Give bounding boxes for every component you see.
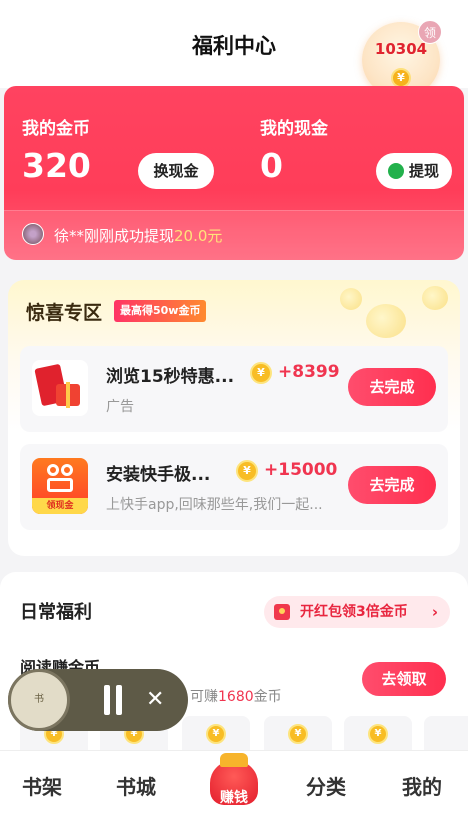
task-title: 安装快手极... <box>106 465 211 485</box>
my-cash-value: 0 <box>260 146 283 185</box>
wallet-card: 我的金币 320 换现金 我的现金 0 提现 徐**刚刚成功提现20.0元 <box>4 86 464 260</box>
red-envelope-icon <box>274 604 290 620</box>
kuaishou-icon: 领现金 <box>32 458 88 514</box>
task-reward: +15000 <box>264 460 338 480</box>
coin-icon: ¥ <box>368 724 388 744</box>
tab-bookshelf[interactable]: 书架 <box>22 771 62 800</box>
coin-icon: ¥ <box>391 68 411 88</box>
open-red-envelope-button[interactable]: 开红包领3倍金币 › <box>264 596 450 628</box>
audio-player[interactable]: 书 ✕ <box>8 669 188 731</box>
pill-label: 开红包领3倍金币 <box>300 604 408 620</box>
read-earn-subtitle: 可赚1680金币 <box>190 686 282 706</box>
money-bag-top <box>220 753 248 767</box>
task-subtitle: 广告 <box>106 399 134 415</box>
red-envelope-gift-icon <box>32 360 88 416</box>
tab-category[interactable]: 分类 <box>306 771 346 800</box>
tab-earn[interactable]: 赚钱 <box>206 753 262 813</box>
decor-coin-icon <box>340 288 362 310</box>
decor-coin-icon <box>366 304 406 338</box>
my-cash-label: 我的现金 <box>260 119 328 139</box>
my-coins-value: 320 <box>22 146 91 185</box>
daily-title: 日常福利 <box>20 602 92 623</box>
withdraw-label: 提现 <box>408 162 439 180</box>
coin-icon: ¥ <box>250 362 272 384</box>
task-row[interactable]: 浏览15秒特惠... ¥ +8399 广告 去完成 <box>20 346 448 432</box>
ticker-message: 徐**刚刚成功提现 <box>54 227 175 245</box>
header: 福利中心 10304 ¥ 领 <box>0 0 468 98</box>
decor-coin-icon <box>422 286 448 310</box>
coin-icon: ¥ <box>288 724 308 744</box>
withdraw-ticker: 徐**刚刚成功提现20.0元 <box>4 210 464 260</box>
task-row[interactable]: 领现金 安装快手极... ¥ +15000 上快手app,回味那些年,我们一起.… <box>20 444 448 530</box>
read-sub-amount: 1680 <box>218 689 254 705</box>
pause-icon[interactable] <box>102 685 126 715</box>
coin-icon: ¥ <box>236 460 258 482</box>
exchange-cash-button[interactable]: 换现金 <box>138 153 214 189</box>
tab-mine[interactable]: 我的 <box>402 771 442 800</box>
complete-task-button[interactable]: 去完成 <box>348 368 436 406</box>
task-title: 浏览15秒特惠... <box>106 367 235 387</box>
read-sub-suffix: 金币 <box>253 689 282 705</box>
surprise-zone: 惊喜专区 最高得50w金币 浏览15秒特惠... ¥ +8399 广告 去完成 … <box>8 280 460 556</box>
surprise-title: 惊喜专区 <box>26 302 103 324</box>
task-subtitle: 上快手app,回味那些年,我们一起... <box>106 497 323 513</box>
withdraw-button[interactable]: 提现 <box>376 153 452 189</box>
task-reward: +8399 <box>278 362 340 382</box>
close-icon[interactable]: ✕ <box>146 685 164 715</box>
claim-button[interactable]: 去领取 <box>362 662 446 696</box>
bottom-tab-bar: 书架 书城 赚钱 分类 我的 <box>0 750 468 818</box>
my-coins-label: 我的金币 <box>22 119 90 139</box>
ticker-amount: 20.0元 <box>174 227 223 245</box>
read-sub-prefix: 可赚 <box>190 689 218 705</box>
coin-icon: ¥ <box>206 724 226 744</box>
tab-earn-label: 赚钱 <box>220 790 248 806</box>
tab-bookstore[interactable]: 书城 <box>116 771 156 800</box>
surprise-tag: 最高得50w金币 <box>114 300 207 322</box>
wechat-icon <box>388 163 404 179</box>
avatar <box>22 223 44 245</box>
daily-benefits: 日常福利 开红包领3倍金币 › 阅读赚金币 可赚1680金币 去领取 ¥ ¥ ¥… <box>0 572 468 762</box>
complete-task-button[interactable]: 去完成 <box>348 466 436 504</box>
claim-badge[interactable]: 领 <box>418 20 442 44</box>
chevron-right-icon: › <box>431 603 438 621</box>
kuaishou-caption: 领现金 <box>32 498 88 514</box>
book-cover-thumbnail[interactable]: 书 <box>8 669 70 731</box>
ticker-text: 徐**刚刚成功提现20.0元 <box>54 225 222 246</box>
